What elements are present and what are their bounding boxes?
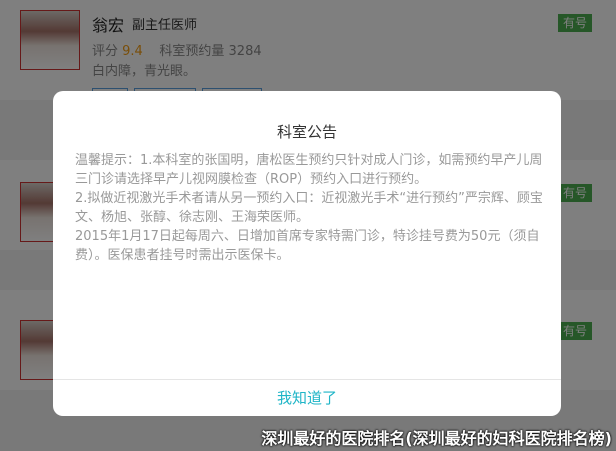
dialog-body: 温馨提示：1.本科室的张国明，唐松医生预约只针对成人门诊，如需预约早产儿周三门诊… <box>75 151 543 265</box>
caption-watermark: 深圳最好的医院排名(深圳最好的妇科医院排名榜) <box>261 429 612 448</box>
notice-paragraph: 2015年1月17日起每周六、日增加首席专家特需门诊，特诊挂号费为50元（须自费… <box>75 229 540 263</box>
announcement-dialog: 科室公告 温馨提示：1.本科室的张国明，唐松医生预约只针对成人门诊，如需预约早产… <box>53 91 561 416</box>
notice-paragraph: 2.拟做近视激光手术者请从另一预约入口：近视激光手术“进行预约”严宗辉、顾宝文、… <box>75 191 543 225</box>
notice-paragraph: 温馨提示：1.本科室的张国明，唐松医生预约只针对成人门诊，如需预约早产儿周三门诊… <box>75 153 543 187</box>
dialog-title: 科室公告 <box>276 123 337 141</box>
confirm-button[interactable]: 我知道了 <box>53 379 561 416</box>
